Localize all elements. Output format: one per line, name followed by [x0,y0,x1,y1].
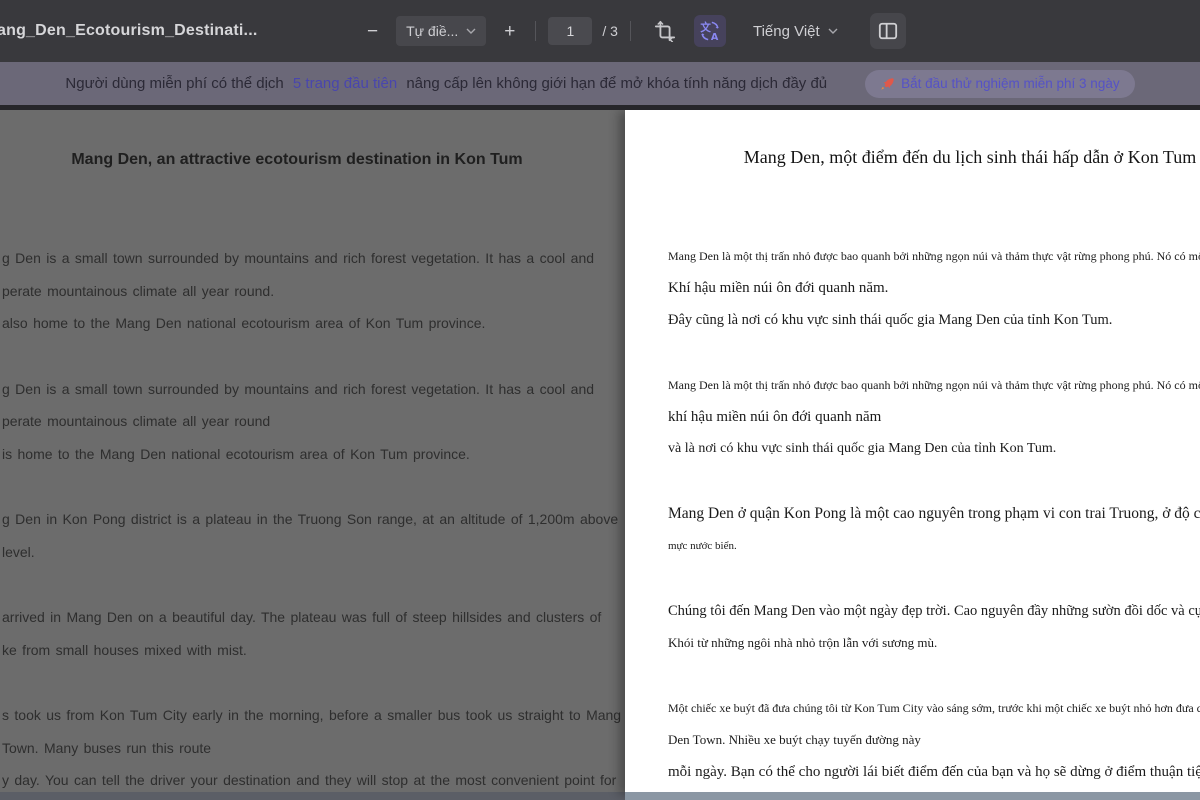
paragraph: Mang Den ở quận Kon Pong là một cao nguy… [625,498,1200,562]
free-trial-button[interactable]: Bắt đầu thử nghiệm miễn phí 3 ngày [865,69,1135,98]
doc-line: g Den in Kon Pong district is a plateau … [2,511,619,527]
zoom-level-select[interactable]: Tự điề... [396,16,487,46]
doc-line: perate mountainous climate all year roun… [2,282,275,299]
toolbar-controls: − Tự điề... + / 3 文 A [359,13,913,49]
paragraph: g Den is a small town surrounded by moun… [2,242,625,340]
pages-limit-link[interactable]: 5 trang đầu tiên [293,75,397,92]
doc-line: Mang Den ở quận Kon Pong là một cao nguy… [668,505,1200,522]
translate-button[interactable]: 文 A [693,15,726,47]
source-document-pane[interactable]: Mang Den, an attractive ecotourism desti… [0,110,625,792]
paragraph: Một chiếc xe buýt đã đưa chúng tôi từ Ko… [625,692,1200,788]
doc-line: Den Town. Nhiều xe buýt chạy tuyến đường… [668,732,921,747]
document-title: ang_Den_Ecotourism_Destinati... [0,22,258,39]
doc-line: y day. You can tell the driver your dest… [2,772,617,788]
translate-icon: 文 A [699,21,719,42]
doc-line: Khí hậu miền núi ôn đới quanh năm. [668,280,889,296]
zoom-in-button[interactable]: + [496,18,523,45]
doc-line: và là nơi có khu vực sinh thái quốc gia … [668,441,1057,456]
zoom-out-button[interactable]: − [359,18,386,45]
split-view-button[interactable] [869,13,906,49]
doc-line: is home to the Mang Den national ecotour… [2,445,470,462]
banner-text-after: nâng cấp lên không giới hạn để mở khóa t… [406,75,828,92]
upgrade-banner: Người dùng miễn phí có thể dịch 5 trang … [0,62,1200,105]
doc-line: g Den is a small town surrounded by moun… [2,380,595,397]
split-view-icon [878,22,897,40]
zoom-level-value: Tự điề... [406,23,459,39]
source-page-gap [0,792,625,800]
toolbar: ang_Den_Ecotourism_Destinati... − Tự điề… [0,0,1200,62]
doc-line: ke from small houses mixed with mist. [2,641,247,658]
source-doc-body: g Den is a small town surrounded by moun… [2,242,625,792]
banner-bottom-edge [0,105,1200,110]
paragraph: Mang Den là một thị trấn nhỏ được bao qu… [625,369,1200,465]
language-value: Tiếng Việt [752,22,820,40]
svg-text:A: A [711,32,719,42]
chevron-down-icon [466,28,476,34]
doc-line: Đây cũng là nơi có khu vực sinh thái quố… [668,312,1113,328]
translated-doc-body: Mang Den là một thị trấn nhỏ được bao qu… [625,240,1200,788]
paragraph: s took us from Kon Tum City early in the… [2,699,625,792]
doc-line: mỗi ngày. Bạn có thể cho người lái biết … [668,764,1200,780]
toolbar-divider [535,21,537,41]
banner-message: Người dùng miễn phí có thể dịch 5 trang … [65,75,827,92]
page-number-input[interactable] [548,17,593,45]
doc-line: Chúng tôi đến Mang Den vào một ngày đẹp … [668,603,1200,619]
paragraph: g Den is a small town surrounded by moun… [2,373,625,471]
paragraph: Chúng tôi đến Mang Den vào một ngày đẹp … [625,595,1200,659]
doc-line: Khói từ những ngôi nhà nhỏ trộn lẫn với … [668,635,938,650]
doc-line: Mang Den là một thị trấn nhỏ được bao qu… [668,249,1200,263]
svg-text:文: 文 [699,21,711,34]
doc-line: Mang Den là một thị trấn nhỏ được bao qu… [668,378,1200,392]
doc-line: perate mountainous climate all year roun… [2,413,271,429]
paragraph: Mang Den là một thị trấn nhỏ được bao qu… [625,240,1200,336]
doc-line: khí hậu miền núi ôn đới quanh năm [668,409,882,425]
translated-page-gap [625,792,1200,800]
source-doc-title: Mang Den, an attractive ecotourism desti… [71,151,523,168]
rocket-icon [881,77,894,90]
chevron-down-icon [828,28,838,34]
translated-document-pane[interactable]: Mang Den, một điểm đến du lịch sinh thái… [625,108,1200,792]
doc-line: arrived in Mang Den on a beautiful day. … [2,609,602,625]
paragraph: g Den in Kon Pong district is a plateau … [2,503,625,568]
banner-text-before: Người dùng miễn phí có thể dịch [65,75,284,92]
doc-line: Town. Many buses run this route [2,739,212,756]
doc-line: mực nước biển. [668,540,737,552]
document-viewer: Mang Den, an attractive ecotourism desti… [0,108,1200,800]
doc-line: s took us from Kon Tum City early in the… [2,707,622,723]
language-select[interactable]: Tiếng Việt [743,16,848,46]
paragraph: arrived in Mang Den on a beautiful day. … [2,601,625,666]
page-total-label: / 3 [602,23,618,39]
doc-line: level. [2,543,35,560]
doc-line: Một chiếc xe buýt đã đưa chúng tôi từ Ko… [668,701,1200,715]
translated-doc-title: Mang Den, một điểm đến du lịch sinh thái… [743,147,1197,167]
doc-line: g Den is a small town surrounded by moun… [2,250,595,266]
doc-line: also home to the Mang Den national ecoto… [2,315,486,331]
crop-icon [654,20,676,42]
free-trial-label: Bắt đầu thử nghiệm miễn phí 3 ngày [901,76,1120,91]
toolbar-divider [629,21,631,41]
crop-translate-button[interactable] [650,16,680,46]
